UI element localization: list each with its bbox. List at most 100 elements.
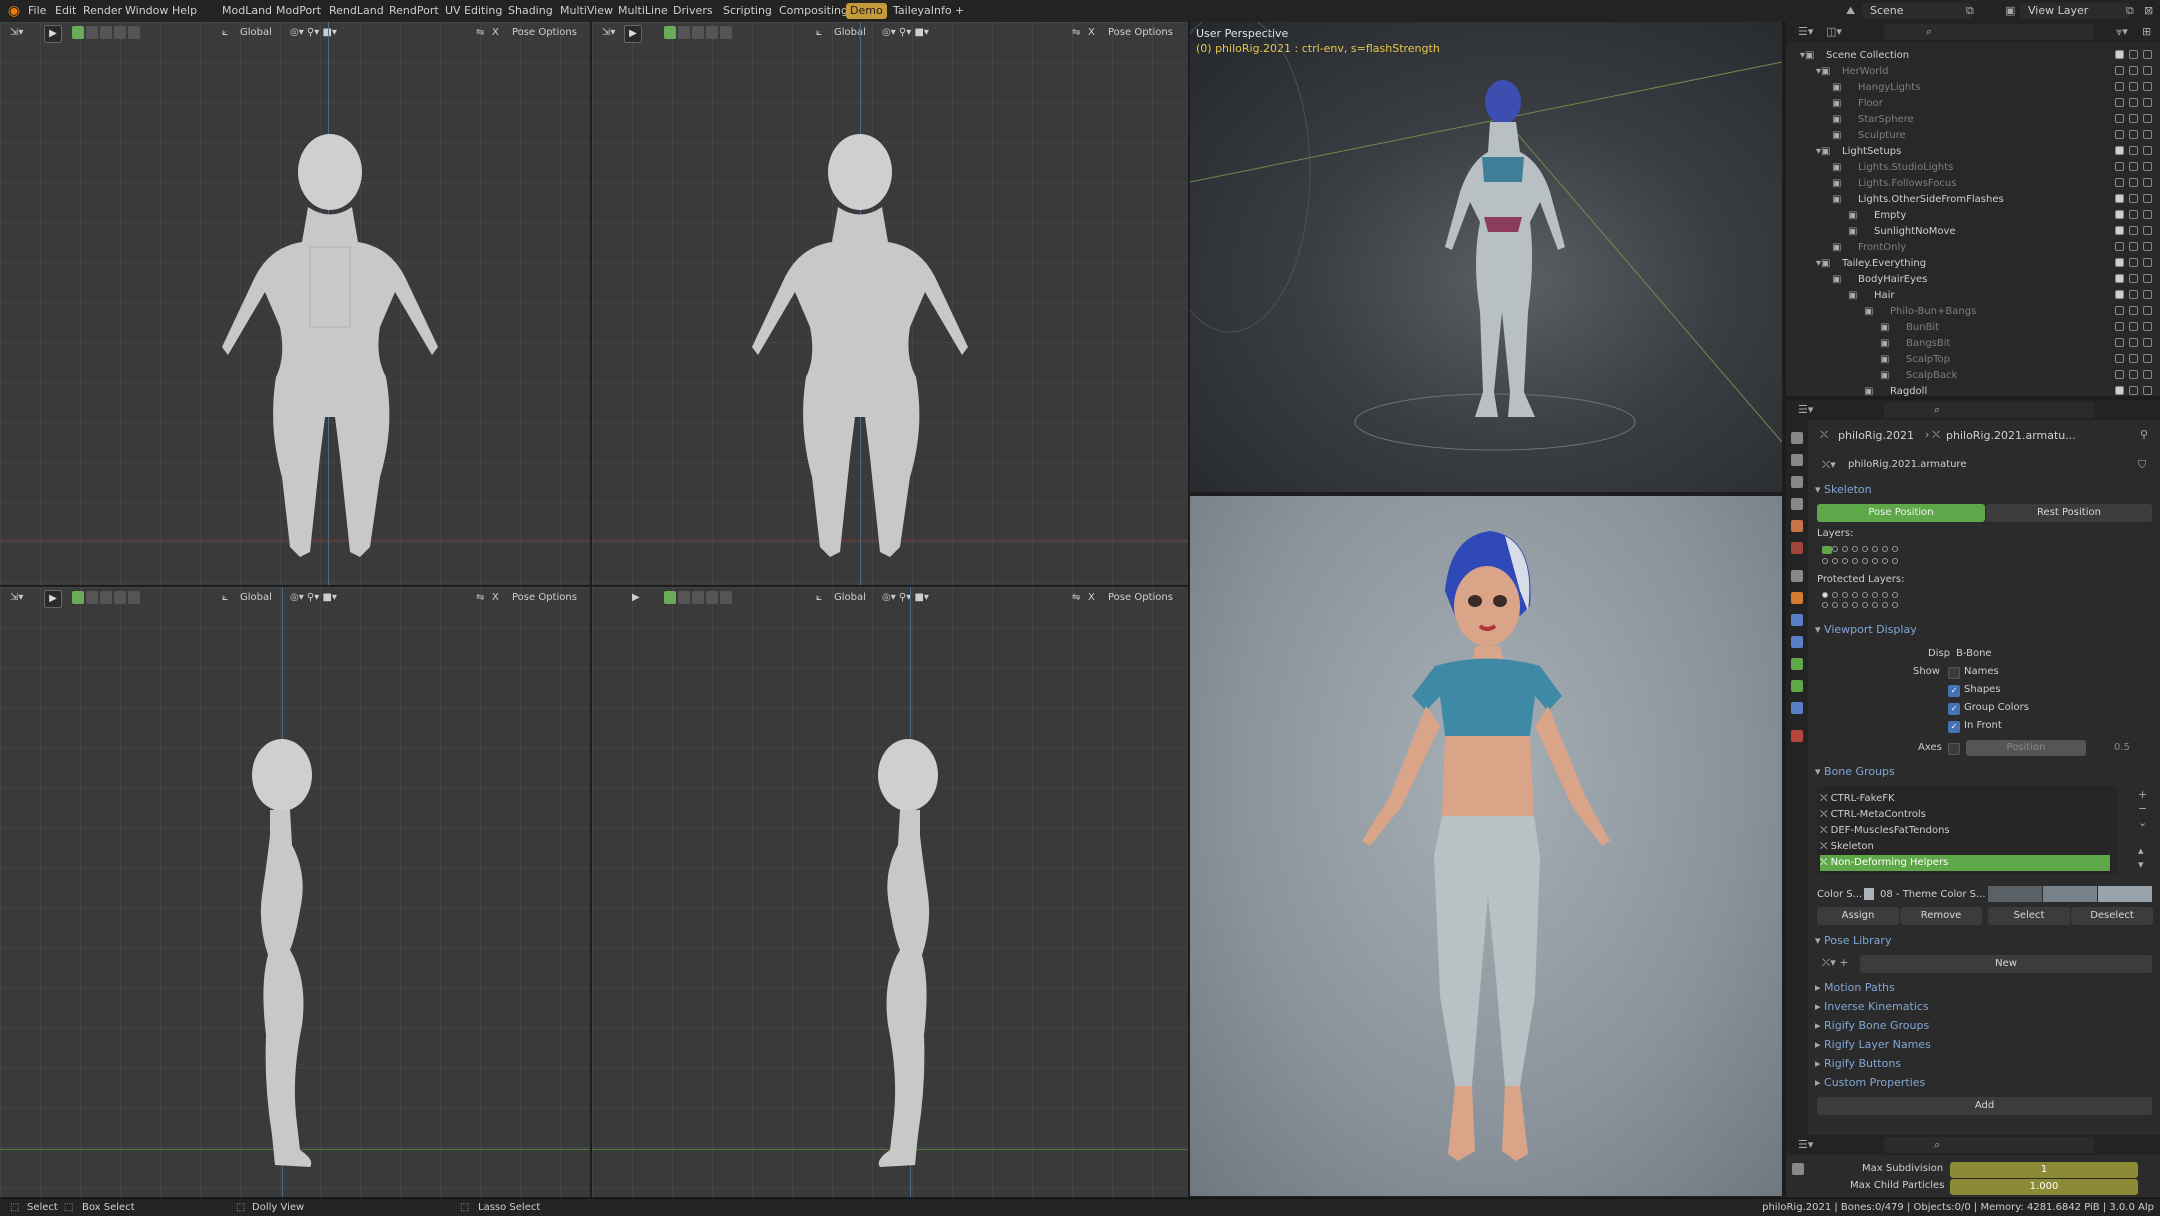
outliner-row[interactable]: ▣ Floor	[1786, 96, 2160, 112]
mirror-x-label[interactable]: X	[492, 590, 499, 606]
collection-icon[interactable]: ▣	[1848, 208, 1857, 224]
add-custom-property-button[interactable]: Add	[1817, 1097, 2152, 1115]
visibility-toggles[interactable]	[2115, 306, 2152, 315]
outliner-row[interactable]: ▣ Sculpture	[1786, 128, 2160, 144]
menu-help[interactable]: Help	[172, 4, 197, 17]
collection-icon[interactable]: ▣	[1864, 384, 1873, 400]
bone-group-item-selected[interactable]: ⛌ Non-Deforming Helpers	[1820, 855, 2110, 871]
visibility-toggles[interactable]	[2115, 354, 2152, 363]
visibility-toggles[interactable]	[2115, 370, 2152, 379]
collection-icon[interactable]: ▾▣	[1800, 48, 1814, 64]
tab-taileyainfo[interactable]: TaileyaInfo	[889, 3, 956, 19]
collection-icon[interactable]: ▣	[1848, 288, 1857, 304]
outliner-search-input[interactable]	[1884, 24, 2094, 40]
collection-icon[interactable]: ▣	[1864, 304, 1873, 320]
texture-tab-icon[interactable]	[1791, 730, 1803, 742]
skeleton-section-header[interactable]: Skeleton	[1815, 482, 1872, 498]
visibility-toggles[interactable]	[2115, 226, 2152, 235]
outliner-row[interactable]: ▾▣ LightSetups	[1786, 144, 2160, 160]
collection-icon[interactable]: ▣	[1832, 96, 1841, 112]
visibility-toggles[interactable]	[2115, 162, 2152, 171]
bottom-search-input[interactable]	[1884, 1137, 2094, 1153]
pin-icon[interactable]: ⚲	[2140, 428, 2148, 441]
remove-button[interactable]: Remove	[1900, 907, 1982, 925]
mirror-x-icon[interactable]: ⇋	[1072, 590, 1080, 606]
fake-user-shield-icon[interactable]: ⛉	[2138, 458, 2146, 472]
menu-window[interactable]: Window	[125, 4, 168, 17]
collection-icon[interactable]: ▣	[1880, 352, 1889, 368]
protected-layers-grid[interactable]	[1822, 592, 1902, 608]
select-mode-buttons[interactable]	[664, 26, 732, 39]
pose-options-dropdown[interactable]: Pose Options	[1108, 590, 1173, 606]
collection-icon[interactable]: ▣	[1832, 112, 1841, 128]
display-mode-icon[interactable]: ◫▾	[1826, 25, 1842, 38]
list-controls-icon[interactable]: + − ⌄ ▴ ▾	[2138, 788, 2147, 872]
normal-color-swatch[interactable]	[1988, 886, 2042, 902]
outliner-row[interactable]: ▣ ScalpBack	[1786, 368, 2160, 384]
select-button[interactable]: Select	[1988, 907, 2070, 925]
collapsed-section-header[interactable]: Rigify Layer Names	[1815, 1037, 1931, 1053]
transform-orientation[interactable]: Global	[834, 590, 866, 606]
menu-edit[interactable]: Edit	[55, 4, 76, 17]
outliner-row[interactable]: ▣ Ragdoll	[1786, 384, 2160, 400]
collapsed-section-header[interactable]: Motion Paths	[1815, 980, 1895, 996]
outliner-row[interactable]: ▣ HangyLights	[1786, 80, 2160, 96]
editor-type-icon[interactable]: ⇲▾	[10, 590, 23, 606]
collection-icon[interactable]: ▣	[1832, 272, 1841, 288]
render-tab-icon[interactable]	[1791, 454, 1803, 466]
collapsed-section-header[interactable]: Rigify Buttons	[1815, 1056, 1901, 1072]
outliner-row[interactable]: ▣ SunlightNoMove	[1786, 224, 2160, 240]
tab-rendland[interactable]: RendLand	[325, 3, 388, 19]
visibility-toggles[interactable]	[2115, 242, 2152, 251]
visibility-toggles[interactable]	[2115, 386, 2152, 395]
mirror-x-label[interactable]: X	[492, 25, 499, 41]
pivot-icon[interactable]: ◎▾ ⚲▾ ■▾	[882, 590, 929, 606]
outliner-row[interactable]: ▣ StarSphere	[1786, 112, 2160, 128]
visibility-toggles[interactable]	[2115, 210, 2152, 219]
menu-render[interactable]: Render	[83, 4, 122, 17]
visibility-toggles[interactable]	[2115, 274, 2152, 283]
collection-icon[interactable]: ▣	[1880, 320, 1889, 336]
viewport-front[interactable]: ⇲▾ ▶ ⟀ Global ◎▾ ⚲▾ ■▾ ⇋ X Pose Options	[0, 22, 590, 585]
outliner-row[interactable]: ▾▣ Scene Collection	[1786, 48, 2160, 64]
transform-orientation[interactable]: Global	[834, 25, 866, 41]
visibility-toggles[interactable]	[2115, 114, 2152, 123]
tool-tab-icon[interactable]	[1791, 432, 1803, 444]
visibility-toggles[interactable]	[2115, 322, 2152, 331]
pose-options-dropdown[interactable]: Pose Options	[512, 590, 577, 606]
tab-multiview[interactable]: MultiView	[556, 3, 617, 19]
bone-group-item[interactable]: ⛌ Skeleton	[1820, 839, 2110, 855]
tab-multiline[interactable]: MultiLine	[614, 3, 672, 19]
new-scene-icon[interactable]: ⧉	[1966, 3, 1974, 19]
visibility-toggles[interactable]	[2115, 50, 2152, 59]
names-checkbox[interactable]	[1948, 667, 1960, 679]
viewport-user-perspective[interactable]: User Perspective (0) philoRig.2021 : ctr…	[1190, 22, 1782, 492]
blender-logo-icon[interactable]: ◉	[6, 3, 22, 19]
editor-type-icon[interactable]: ☰▾	[1798, 1138, 1813, 1151]
collection-icon[interactable]: ▣	[1880, 368, 1889, 384]
pose-mode-icon[interactable]: ▶	[44, 590, 62, 608]
collection-icon[interactable]: ▣	[1832, 80, 1841, 96]
output-tab-icon[interactable]	[1791, 476, 1803, 488]
pose-mode-icon[interactable]: ▶	[624, 25, 642, 43]
tab-scripting[interactable]: Scripting	[719, 3, 776, 19]
tab-compositing[interactable]: Compositing	[775, 3, 852, 19]
object-tab-icon[interactable]	[1791, 592, 1803, 604]
max-subdivision-field[interactable]: 1	[1950, 1162, 2138, 1178]
visibility-toggles[interactable]	[2115, 258, 2152, 267]
pose-library-section-header[interactable]: Pose Library	[1815, 933, 1891, 949]
tab-shading[interactable]: Shading	[504, 3, 557, 19]
outliner-row[interactable]: ▣ Empty	[1786, 208, 2160, 224]
remove-view-layer-icon[interactable]: ⊠	[2144, 3, 2153, 19]
assign-button[interactable]: Assign	[1817, 907, 1899, 925]
viewport-display-section-header[interactable]: Viewport Display	[1815, 622, 1917, 638]
deselect-button[interactable]: Deselect	[2071, 907, 2153, 925]
select-mode-buttons[interactable]	[72, 591, 140, 604]
bone-group-item[interactable]: ⛌ CTRL-FakeFK	[1820, 791, 2110, 807]
collapsed-section-header[interactable]: Inverse Kinematics	[1815, 999, 1929, 1015]
select-color-swatch[interactable]	[2043, 886, 2097, 902]
outliner-row[interactable]: ▣ BodyHairEyes	[1786, 272, 2160, 288]
new-pose-library-button[interactable]: New	[1860, 955, 2152, 973]
collapsed-section-header[interactable]: Custom Properties	[1815, 1075, 1925, 1091]
collection-tab-icon[interactable]	[1791, 570, 1803, 582]
